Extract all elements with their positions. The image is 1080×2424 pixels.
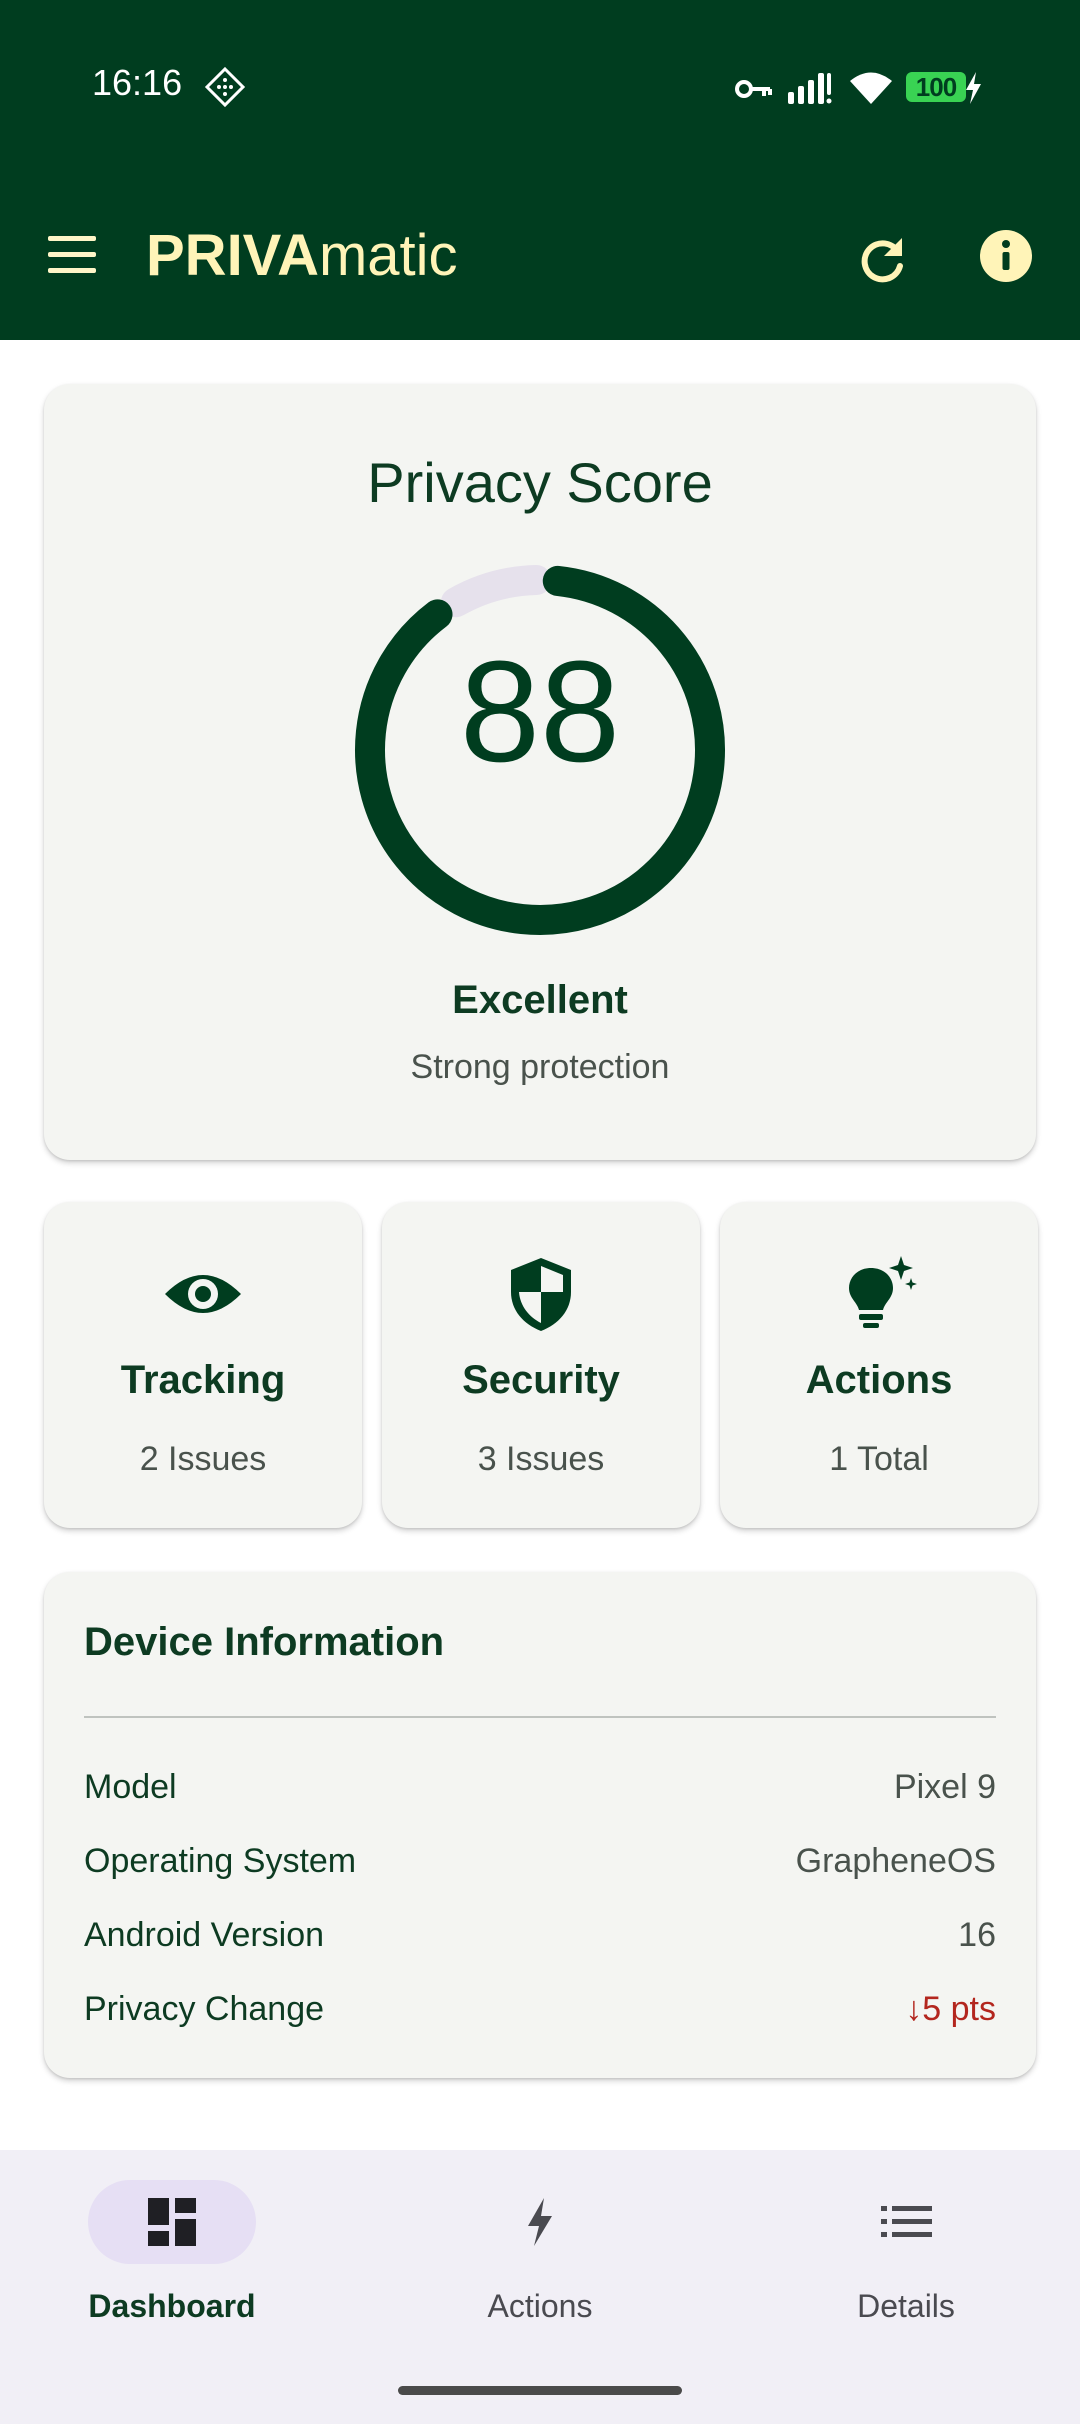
bottom-navigation: Dashboard Actions Details <box>0 2150 1080 2424</box>
status-time: 16:16 <box>92 62 183 103</box>
lightbulb-sparkle-icon <box>849 1256 917 1328</box>
list-icon <box>881 2206 932 2237</box>
nav-dashboard[interactable]: Dashboard <box>22 2180 322 2360</box>
privacy-score-card: Privacy Score 88 Excellent Strong protec… <box>44 384 1036 1160</box>
info-value: 16 <box>958 1916 996 1954</box>
charging-bolt-icon <box>966 72 981 104</box>
privacy-score-label: Excellent <box>452 978 628 1022</box>
app-title-rest: matic <box>318 223 458 288</box>
info-icon[interactable] <box>978 228 1034 284</box>
actions-count: 1 Total <box>829 1440 929 1478</box>
info-key: Privacy Change <box>84 1990 325 2028</box>
info-key: Android Version <box>84 1916 325 1954</box>
tracking-title: Tracking <box>120 1358 286 1402</box>
actions-title: Actions <box>805 1358 953 1402</box>
wifi-icon <box>850 72 892 104</box>
device-information-card: Device Information Model Pixel 9 Operati… <box>44 1572 1036 2078</box>
signal-icon <box>788 73 832 104</box>
security-count: 3 Issues <box>477 1440 605 1478</box>
home-indicator <box>398 2386 682 2395</box>
app-title-bold: PRIVA <box>146 223 319 288</box>
security-title: Security <box>462 1358 620 1402</box>
info-row-android-version: Android Version 16 <box>84 1916 996 1966</box>
divider <box>84 1716 996 1718</box>
device-information-title: Device Information <box>84 1620 445 1664</box>
info-value: Pixel 9 <box>893 1768 996 1806</box>
vpn-key-icon <box>735 80 772 98</box>
eye-icon <box>165 1275 241 1313</box>
tracking-count: 2 Issues <box>139 1440 267 1478</box>
info-value: GrapheneOS <box>795 1842 996 1880</box>
privacy-score-value: 88 <box>459 631 621 792</box>
nav-actions[interactable]: Actions <box>390 2180 690 2360</box>
nav-label-actions: Actions <box>487 2288 593 2324</box>
nav-label-dashboard: Dashboard <box>88 2288 256 2324</box>
info-key: Model <box>84 1768 177 1806</box>
info-row-model: Model Pixel 9 <box>84 1768 996 1818</box>
privacy-score-subtitle: Strong protection <box>410 1048 670 1086</box>
shield-icon <box>511 1258 571 1331</box>
info-key: Operating System <box>84 1842 357 1880</box>
tracking-card[interactable]: Tracking 2 Issues <box>44 1202 362 1528</box>
app-title: PRIVAmatic <box>146 222 458 289</box>
nfc-diamond-icon <box>204 66 246 108</box>
info-row-operating-system: Operating System GrapheneOS <box>84 1842 996 1892</box>
actions-card[interactable]: Actions 1 Total <box>720 1202 1038 1528</box>
security-card[interactable]: Security 3 Issues <box>382 1202 700 1528</box>
privacy-change-value: ↓5 pts <box>905 1990 996 2028</box>
privacy-score-title: Privacy Score <box>367 451 713 514</box>
dashboard-icon <box>148 2198 196 2246</box>
app-bar: 16:16 100 PRIVAmatic <box>0 0 1080 340</box>
menu-icon[interactable] <box>48 236 100 276</box>
battery-level: 100 <box>906 72 966 102</box>
bolt-icon <box>528 2198 552 2246</box>
nav-label-details: Details <box>857 2288 955 2324</box>
battery-charging-icon: 100 <box>906 70 981 106</box>
refresh-icon[interactable] <box>850 228 914 292</box>
nav-details[interactable]: Details <box>756 2180 1056 2360</box>
info-row-privacy-change: Privacy Change ↓5 pts <box>84 1990 996 2040</box>
